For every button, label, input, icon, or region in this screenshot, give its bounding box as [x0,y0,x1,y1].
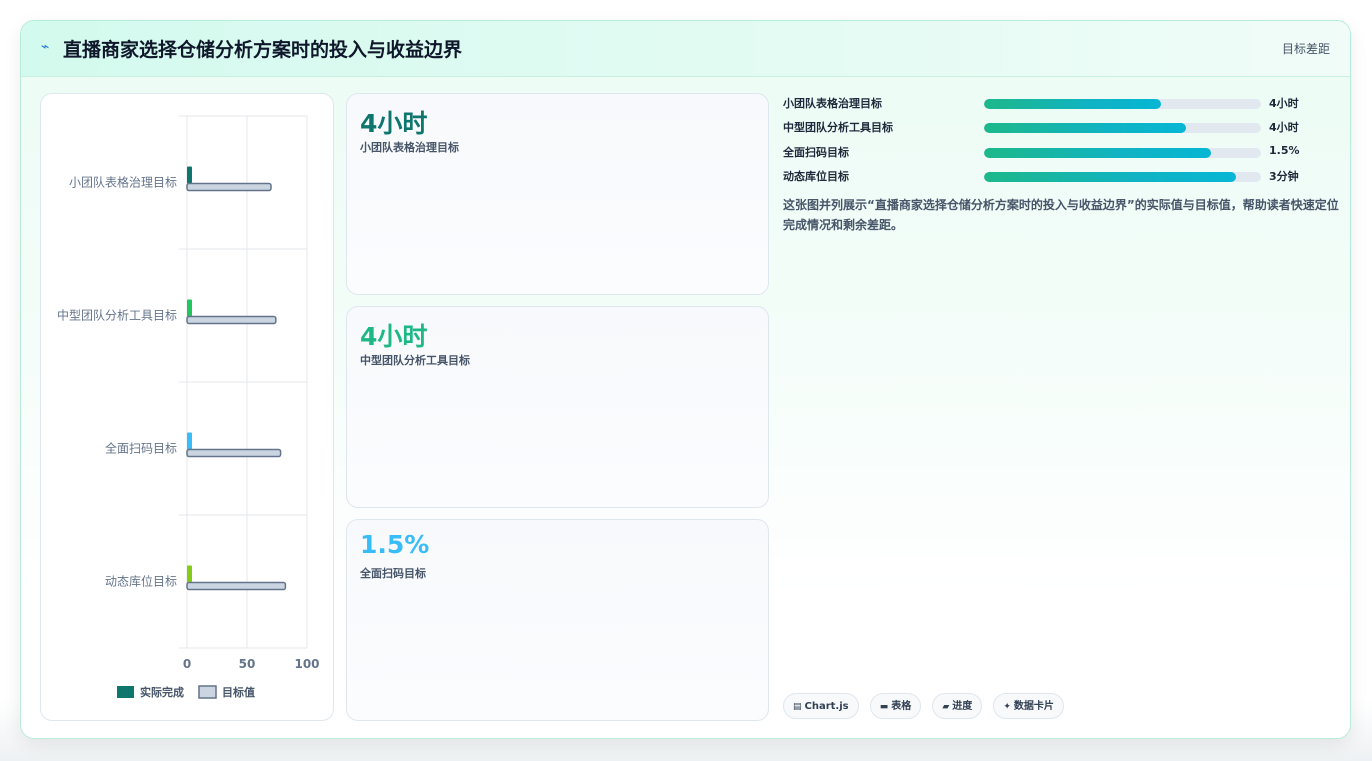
progress-fill [984,99,1162,109]
tag-label: 进度 [952,701,973,712]
progress-value: 1.5% [1269,144,1300,157]
y-category-label: 中型团队分析工具目标 [57,308,177,323]
actual-bar [187,432,192,450]
target-bar [186,315,277,325]
x-tick-label: 50 [239,657,256,671]
progress-fill [984,172,1237,182]
tag-table[interactable]: ▬ 表格 [869,693,922,719]
dashboard-card: ⌁ 直播商家选择仓储分析方案时的投入与收益边界 目标差距 0 50 100 小团队表格… [20,20,1351,739]
actual-bar [187,299,192,317]
kpi-value: 4小时 [360,109,428,138]
legend-swatch-target [198,685,217,699]
progress-row: 全面扫码目标 1.5% [783,142,1343,162]
chart-icon: ▤ [793,702,802,712]
page-title: 直播商家选择仓储分析方案时的投入与收益边界 [63,39,463,61]
tag-label: 表格 [891,701,912,712]
tag-progress[interactable]: ▰ 进度 [932,693,983,719]
chart-description: 这张图并列展示“直播商家选择仓储分析方案时的投入与收益边界”的实际值与目标值，帮… [783,198,1339,232]
kpi-value: 4小时 [360,322,428,351]
card-header: ⌁ 直播商家选择仓储分析方案时的投入与收益边界 目标差距 [21,21,1350,77]
progress-label: 中型团队分析工具目标 [783,121,893,134]
progress-row: 小团队表格治理目标 4小时 [783,93,1343,113]
tag-data-card[interactable]: ✦ 数据卡片 [993,693,1064,719]
bar-chart: 0 50 100 小团队表格治理目标中型团队分析工具目标全面扫码目标动态库位目标实际完… [57,115,320,699]
table-icon: ▬ [879,702,889,712]
x-tick-label: 100 [294,657,319,671]
progress-track [984,172,1261,182]
tag-label: 数据卡片 [1013,701,1054,712]
progress-row: 动态库位目标 3分钟 [783,166,1343,186]
progress-track [984,148,1261,158]
x-tick-label: 0 [183,657,191,671]
y-category-label: 小团队表格治理目标 [69,175,177,190]
progress-label: 动态库位目标 [783,170,849,183]
target-bar [186,182,272,192]
target-gap-label[interactable]: 目标差距 [1282,40,1330,57]
target-bar [186,448,282,458]
sparkline-icon: ⌁ [41,39,50,55]
progress-row: 中型团队分析工具目标 4小时 [783,117,1343,137]
legend-label-actual: 实际完成 [140,685,184,699]
progress-label: 小团队表格治理目标 [783,97,882,110]
kpi-label: 全面扫码目标 [360,567,426,580]
progress-value: 4小时 [1269,121,1299,134]
actual-bar [187,166,192,184]
kpi-card: 4小时 小团队表格治理目标 [346,93,769,295]
kpi-card: 4小时 中型团队分析工具目标 [346,306,769,508]
card-icon: ✦ [1003,702,1011,712]
tag-chartjs[interactable]: ▤ Chart.js [783,693,859,719]
progress-label: 全面扫码目标 [783,146,849,159]
legend-swatch-actual [117,686,134,698]
progress-fill [984,148,1212,158]
progress-track [984,123,1261,133]
tag-list: ▤ Chart.js ▬ 表格 ▰ 进度 ✦ 数据卡片 [783,693,1070,721]
target-bar [186,581,287,591]
progress-value: 3分钟 [1269,170,1299,183]
progress-fill [984,123,1187,133]
progress-icon: ▰ [942,702,950,712]
kpi-label: 中型团队分析工具目标 [360,354,470,367]
progress-track [984,99,1261,109]
tag-label: Chart.js [804,701,849,712]
actual-bar [187,565,192,583]
kpi-value: 1.5% [360,530,430,559]
y-category-label: 全面扫码目标 [105,441,177,456]
kpi-card: 1.5% 全面扫码目标 [346,519,769,721]
y-category-label: 动态库位目标 [105,574,177,589]
kpi-label: 小团队表格治理目标 [360,141,459,154]
legend-label-target: 目标值 [222,685,255,699]
bar-chart-panel: 0 50 100 小团队表格治理目标中型团队分析工具目标全面扫码目标 动态库位目标实际完… [40,93,334,721]
progress-value: 4小时 [1269,97,1299,110]
